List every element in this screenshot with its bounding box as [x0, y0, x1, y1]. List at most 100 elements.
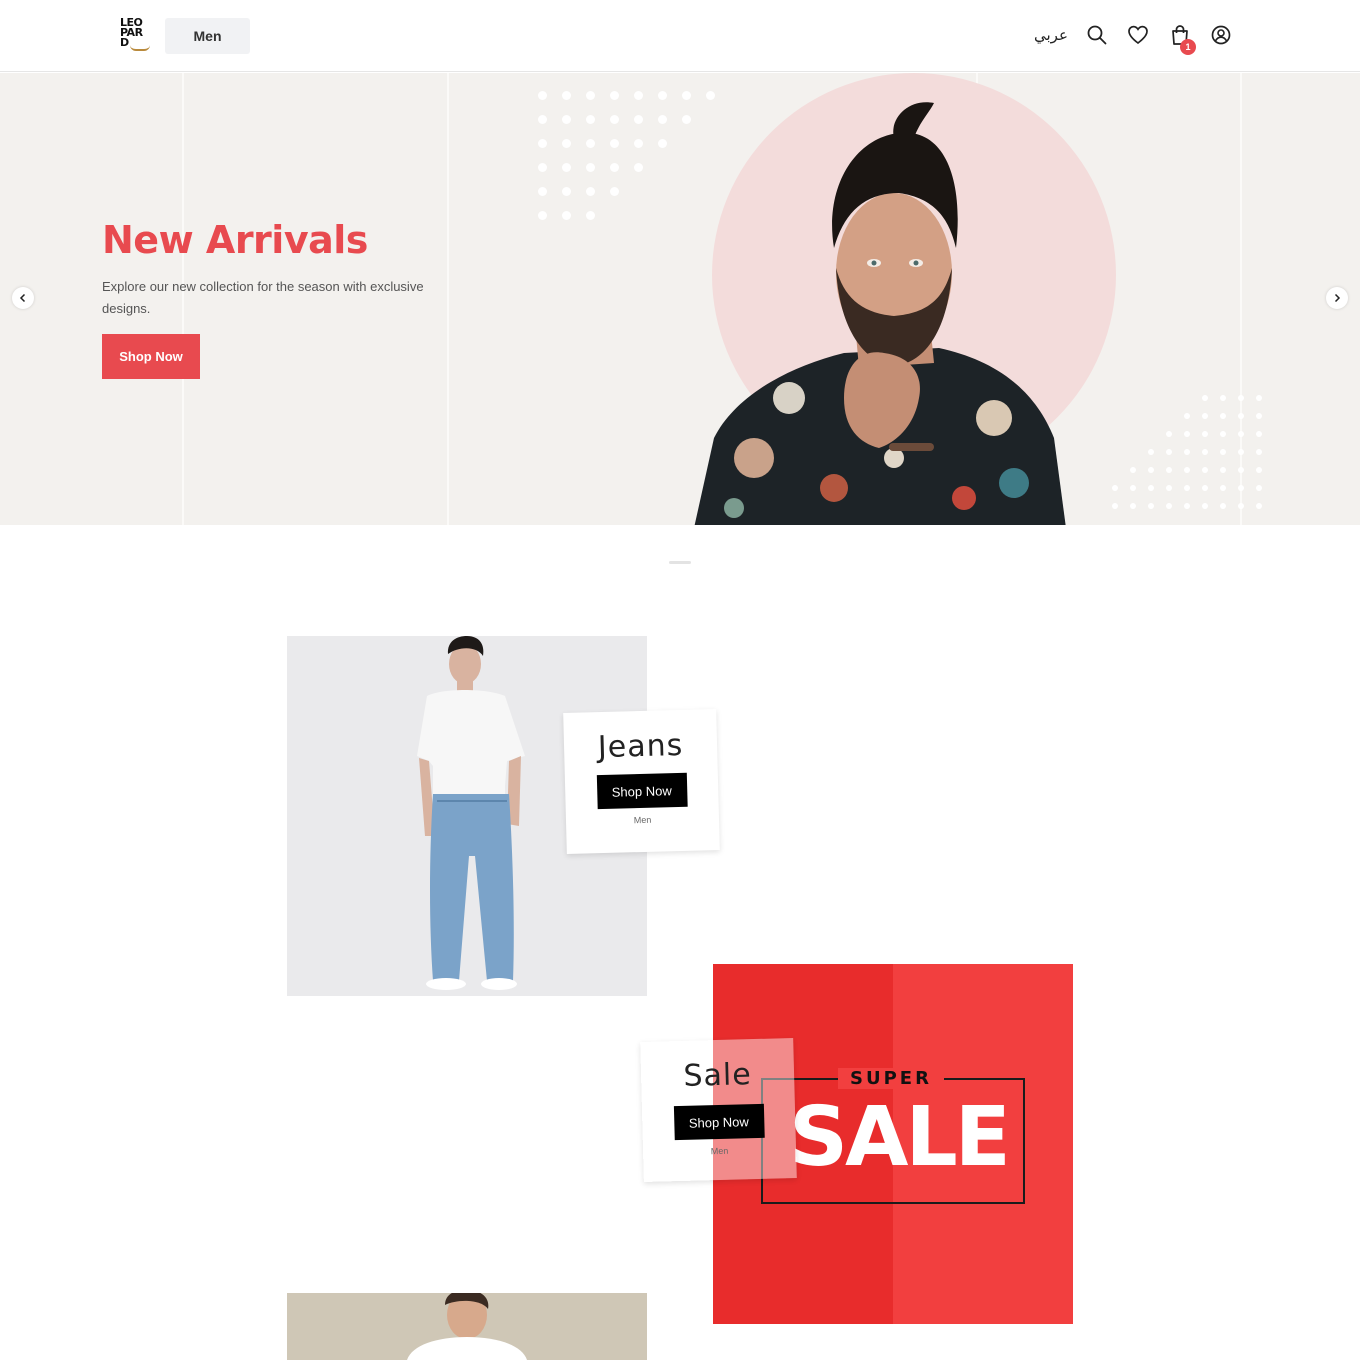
decor-dot	[562, 91, 571, 100]
decor-dot	[1184, 431, 1190, 437]
nav-item-men[interactable]: Men	[165, 18, 250, 54]
slider-prev-button[interactable]	[12, 287, 34, 309]
decor-dot	[562, 163, 571, 172]
decor-dot	[1112, 503, 1118, 509]
decor-dot	[610, 163, 619, 172]
decor-dot	[1148, 503, 1154, 509]
decor-dot	[586, 163, 595, 172]
decor-dot	[634, 115, 643, 124]
card-title: Sale	[683, 1057, 753, 1094]
decor-dot	[1184, 449, 1190, 455]
decor-dot	[1238, 467, 1244, 473]
decor-dot	[1256, 449, 1262, 455]
decor-dot	[538, 163, 547, 172]
heart-icon[interactable]	[1127, 24, 1149, 46]
decor-dot	[562, 139, 571, 148]
slider-pagination-indicator[interactable]	[669, 561, 691, 564]
decor-dot	[682, 91, 691, 100]
site-header: LEO PAR D Men عربي 1	[0, 0, 1360, 72]
decor-dot	[538, 91, 547, 100]
decor-dot	[1148, 485, 1154, 491]
sale-banner-main: SALE	[789, 1090, 1011, 1185]
decor-dot	[1130, 467, 1136, 473]
decor-dot	[1202, 413, 1208, 419]
decor-dot	[1220, 503, 1226, 509]
decor-dot	[634, 91, 643, 100]
decor-dot	[1220, 449, 1226, 455]
decor-dot	[1202, 431, 1208, 437]
decor-dot	[1238, 503, 1244, 509]
decor-dot	[1184, 467, 1190, 473]
chevron-left-icon	[19, 293, 26, 303]
card-title: Jeans	[597, 727, 684, 766]
decor-dot	[1202, 503, 1208, 509]
decor-line	[1240, 73, 1242, 525]
decor-dot	[1238, 431, 1244, 437]
decor-dot	[1184, 413, 1190, 419]
decor-dot	[538, 211, 547, 220]
decor-dot	[1220, 467, 1226, 473]
decor-dot	[538, 139, 547, 148]
decor-dot	[610, 115, 619, 124]
decor-dot	[610, 187, 619, 196]
shirt-model-image	[407, 1293, 527, 1360]
decor-dot	[1238, 485, 1244, 491]
decor-dot	[1202, 395, 1208, 401]
decor-dot	[1184, 485, 1190, 491]
decor-dot	[562, 187, 571, 196]
decor-dot	[586, 91, 595, 100]
category-tile-shirts[interactable]	[287, 1293, 647, 1360]
hero-title: New Arrivals	[102, 218, 368, 262]
decor-dot	[1256, 395, 1262, 401]
decor-dot	[610, 91, 619, 100]
decor-dot	[538, 115, 547, 124]
decor-dot	[1166, 503, 1172, 509]
decor-dot	[1166, 431, 1172, 437]
decor-dot	[1256, 485, 1262, 491]
hero-shop-now-button[interactable]: Shop Now	[102, 334, 200, 379]
decor-dot	[586, 139, 595, 148]
hero-model-image	[694, 102, 1066, 525]
decor-dot	[658, 91, 667, 100]
decor-dot	[1166, 485, 1172, 491]
decor-dot	[658, 139, 667, 148]
decor-dot	[1256, 413, 1262, 419]
decor-dot	[1130, 503, 1136, 509]
decor-dot	[1220, 395, 1226, 401]
decor-dot	[1166, 449, 1172, 455]
decor-dot	[1220, 413, 1226, 419]
category-card-jeans: Jeans Shop Now Men	[563, 709, 720, 854]
decor-dot	[586, 187, 595, 196]
chevron-right-icon	[1334, 293, 1341, 303]
sale-banner-top: SUPER	[838, 1068, 944, 1089]
search-icon[interactable]	[1086, 24, 1108, 46]
language-switch[interactable]: عربي	[1034, 26, 1068, 44]
decor-dot	[1166, 467, 1172, 473]
decor-dot	[586, 211, 595, 220]
decor-dot	[562, 211, 571, 220]
decor-dot	[634, 139, 643, 148]
card-category-label: Men	[710, 1145, 729, 1157]
hero-slider: New Arrivals Explore our new collection …	[0, 73, 1360, 525]
jeans-shop-now-button[interactable]: Shop Now	[596, 772, 688, 810]
decor-dot	[1112, 485, 1118, 491]
decor-dot	[1256, 503, 1262, 509]
slider-next-button[interactable]	[1326, 287, 1348, 309]
decor-dot	[1202, 485, 1208, 491]
decor-dot	[1184, 503, 1190, 509]
user-icon[interactable]	[1210, 24, 1232, 46]
decor-dot	[1256, 467, 1262, 473]
hero-subtitle: Explore our new collection for the seaso…	[102, 279, 424, 316]
decor-dot	[1130, 485, 1136, 491]
decor-dot	[1220, 431, 1226, 437]
decor-dot	[1148, 467, 1154, 473]
sale-shop-now-button[interactable]: Shop Now	[673, 1103, 765, 1141]
brand-logo[interactable]: LEO PAR D	[120, 17, 154, 54]
decor-dot	[1202, 449, 1208, 455]
card-category-label: Men	[633, 814, 652, 826]
decor-dot	[1220, 485, 1226, 491]
decor-dot	[1238, 413, 1244, 419]
decor-dot	[586, 115, 595, 124]
decor-dot	[1238, 395, 1244, 401]
decor-dot	[1202, 467, 1208, 473]
